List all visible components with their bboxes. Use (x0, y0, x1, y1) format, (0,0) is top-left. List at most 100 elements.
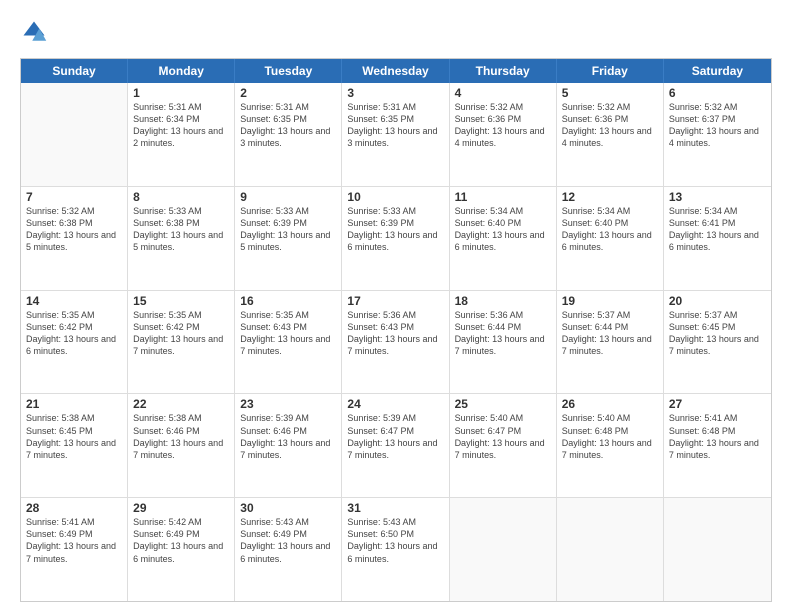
day-info: Sunrise: 5:34 AM Sunset: 6:40 PM Dayligh… (455, 205, 551, 254)
day-cell-10: 10Sunrise: 5:33 AM Sunset: 6:39 PM Dayli… (342, 187, 449, 290)
day-cell-22: 22Sunrise: 5:38 AM Sunset: 6:46 PM Dayli… (128, 394, 235, 497)
day-number: 26 (562, 397, 658, 411)
day-header-sunday: Sunday (21, 59, 128, 83)
day-cell-24: 24Sunrise: 5:39 AM Sunset: 6:47 PM Dayli… (342, 394, 449, 497)
day-number: 9 (240, 190, 336, 204)
day-number: 1 (133, 86, 229, 100)
day-info: Sunrise: 5:36 AM Sunset: 6:44 PM Dayligh… (455, 309, 551, 358)
day-info: Sunrise: 5:32 AM Sunset: 6:37 PM Dayligh… (669, 101, 766, 150)
day-number: 23 (240, 397, 336, 411)
day-cell-25: 25Sunrise: 5:40 AM Sunset: 6:47 PM Dayli… (450, 394, 557, 497)
day-number: 4 (455, 86, 551, 100)
day-number: 2 (240, 86, 336, 100)
calendar-header: SundayMondayTuesdayWednesdayThursdayFrid… (21, 59, 771, 83)
day-cell-11: 11Sunrise: 5:34 AM Sunset: 6:40 PM Dayli… (450, 187, 557, 290)
day-number: 3 (347, 86, 443, 100)
day-header-saturday: Saturday (664, 59, 771, 83)
day-number: 20 (669, 294, 766, 308)
day-number: 31 (347, 501, 443, 515)
day-cell-9: 9Sunrise: 5:33 AM Sunset: 6:39 PM Daylig… (235, 187, 342, 290)
day-number: 29 (133, 501, 229, 515)
day-cell-21: 21Sunrise: 5:38 AM Sunset: 6:45 PM Dayli… (21, 394, 128, 497)
day-info: Sunrise: 5:42 AM Sunset: 6:49 PM Dayligh… (133, 516, 229, 565)
day-cell-18: 18Sunrise: 5:36 AM Sunset: 6:44 PM Dayli… (450, 291, 557, 394)
day-info: Sunrise: 5:40 AM Sunset: 6:47 PM Dayligh… (455, 412, 551, 461)
day-info: Sunrise: 5:33 AM Sunset: 6:39 PM Dayligh… (347, 205, 443, 254)
day-cell-12: 12Sunrise: 5:34 AM Sunset: 6:40 PM Dayli… (557, 187, 664, 290)
day-cell-17: 17Sunrise: 5:36 AM Sunset: 6:43 PM Dayli… (342, 291, 449, 394)
logo-icon (20, 18, 48, 46)
calendar: SundayMondayTuesdayWednesdayThursdayFrid… (20, 58, 772, 602)
day-info: Sunrise: 5:43 AM Sunset: 6:50 PM Dayligh… (347, 516, 443, 565)
day-number: 24 (347, 397, 443, 411)
day-header-monday: Monday (128, 59, 235, 83)
day-number: 6 (669, 86, 766, 100)
day-number: 28 (26, 501, 122, 515)
day-info: Sunrise: 5:37 AM Sunset: 6:45 PM Dayligh… (669, 309, 766, 358)
empty-cell (450, 498, 557, 601)
day-info: Sunrise: 5:39 AM Sunset: 6:46 PM Dayligh… (240, 412, 336, 461)
day-number: 10 (347, 190, 443, 204)
day-number: 21 (26, 397, 122, 411)
day-info: Sunrise: 5:32 AM Sunset: 6:36 PM Dayligh… (562, 101, 658, 150)
day-info: Sunrise: 5:39 AM Sunset: 6:47 PM Dayligh… (347, 412, 443, 461)
day-info: Sunrise: 5:35 AM Sunset: 6:42 PM Dayligh… (133, 309, 229, 358)
calendar-week-1: 1Sunrise: 5:31 AM Sunset: 6:34 PM Daylig… (21, 83, 771, 187)
day-cell-6: 6Sunrise: 5:32 AM Sunset: 6:37 PM Daylig… (664, 83, 771, 186)
day-info: Sunrise: 5:31 AM Sunset: 6:34 PM Dayligh… (133, 101, 229, 150)
day-info: Sunrise: 5:32 AM Sunset: 6:36 PM Dayligh… (455, 101, 551, 150)
day-info: Sunrise: 5:33 AM Sunset: 6:39 PM Dayligh… (240, 205, 336, 254)
day-cell-14: 14Sunrise: 5:35 AM Sunset: 6:42 PM Dayli… (21, 291, 128, 394)
calendar-week-4: 21Sunrise: 5:38 AM Sunset: 6:45 PM Dayli… (21, 394, 771, 498)
calendar-week-2: 7Sunrise: 5:32 AM Sunset: 6:38 PM Daylig… (21, 187, 771, 291)
logo (20, 18, 52, 46)
day-info: Sunrise: 5:31 AM Sunset: 6:35 PM Dayligh… (347, 101, 443, 150)
day-info: Sunrise: 5:35 AM Sunset: 6:42 PM Dayligh… (26, 309, 122, 358)
day-number: 16 (240, 294, 336, 308)
day-info: Sunrise: 5:31 AM Sunset: 6:35 PM Dayligh… (240, 101, 336, 150)
day-header-tuesday: Tuesday (235, 59, 342, 83)
day-cell-30: 30Sunrise: 5:43 AM Sunset: 6:49 PM Dayli… (235, 498, 342, 601)
calendar-week-5: 28Sunrise: 5:41 AM Sunset: 6:49 PM Dayli… (21, 498, 771, 601)
day-cell-1: 1Sunrise: 5:31 AM Sunset: 6:34 PM Daylig… (128, 83, 235, 186)
day-number: 15 (133, 294, 229, 308)
day-cell-4: 4Sunrise: 5:32 AM Sunset: 6:36 PM Daylig… (450, 83, 557, 186)
day-info: Sunrise: 5:40 AM Sunset: 6:48 PM Dayligh… (562, 412, 658, 461)
day-info: Sunrise: 5:38 AM Sunset: 6:46 PM Dayligh… (133, 412, 229, 461)
day-cell-15: 15Sunrise: 5:35 AM Sunset: 6:42 PM Dayli… (128, 291, 235, 394)
empty-cell (557, 498, 664, 601)
day-info: Sunrise: 5:34 AM Sunset: 6:41 PM Dayligh… (669, 205, 766, 254)
day-number: 30 (240, 501, 336, 515)
day-number: 22 (133, 397, 229, 411)
day-header-thursday: Thursday (450, 59, 557, 83)
calendar-body: 1Sunrise: 5:31 AM Sunset: 6:34 PM Daylig… (21, 83, 771, 601)
day-header-wednesday: Wednesday (342, 59, 449, 83)
day-number: 5 (562, 86, 658, 100)
day-cell-3: 3Sunrise: 5:31 AM Sunset: 6:35 PM Daylig… (342, 83, 449, 186)
day-info: Sunrise: 5:41 AM Sunset: 6:48 PM Dayligh… (669, 412, 766, 461)
day-number: 25 (455, 397, 551, 411)
day-number: 18 (455, 294, 551, 308)
day-cell-31: 31Sunrise: 5:43 AM Sunset: 6:50 PM Dayli… (342, 498, 449, 601)
day-number: 7 (26, 190, 122, 204)
calendar-week-3: 14Sunrise: 5:35 AM Sunset: 6:42 PM Dayli… (21, 291, 771, 395)
empty-cell (664, 498, 771, 601)
header (20, 18, 772, 46)
day-info: Sunrise: 5:34 AM Sunset: 6:40 PM Dayligh… (562, 205, 658, 254)
day-info: Sunrise: 5:35 AM Sunset: 6:43 PM Dayligh… (240, 309, 336, 358)
day-cell-19: 19Sunrise: 5:37 AM Sunset: 6:44 PM Dayli… (557, 291, 664, 394)
day-info: Sunrise: 5:41 AM Sunset: 6:49 PM Dayligh… (26, 516, 122, 565)
day-number: 14 (26, 294, 122, 308)
day-cell-23: 23Sunrise: 5:39 AM Sunset: 6:46 PM Dayli… (235, 394, 342, 497)
day-number: 11 (455, 190, 551, 204)
day-header-friday: Friday (557, 59, 664, 83)
day-cell-7: 7Sunrise: 5:32 AM Sunset: 6:38 PM Daylig… (21, 187, 128, 290)
page: SundayMondayTuesdayWednesdayThursdayFrid… (0, 0, 792, 612)
day-cell-2: 2Sunrise: 5:31 AM Sunset: 6:35 PM Daylig… (235, 83, 342, 186)
day-cell-29: 29Sunrise: 5:42 AM Sunset: 6:49 PM Dayli… (128, 498, 235, 601)
day-info: Sunrise: 5:37 AM Sunset: 6:44 PM Dayligh… (562, 309, 658, 358)
day-number: 12 (562, 190, 658, 204)
day-cell-26: 26Sunrise: 5:40 AM Sunset: 6:48 PM Dayli… (557, 394, 664, 497)
day-cell-16: 16Sunrise: 5:35 AM Sunset: 6:43 PM Dayli… (235, 291, 342, 394)
day-cell-13: 13Sunrise: 5:34 AM Sunset: 6:41 PM Dayli… (664, 187, 771, 290)
